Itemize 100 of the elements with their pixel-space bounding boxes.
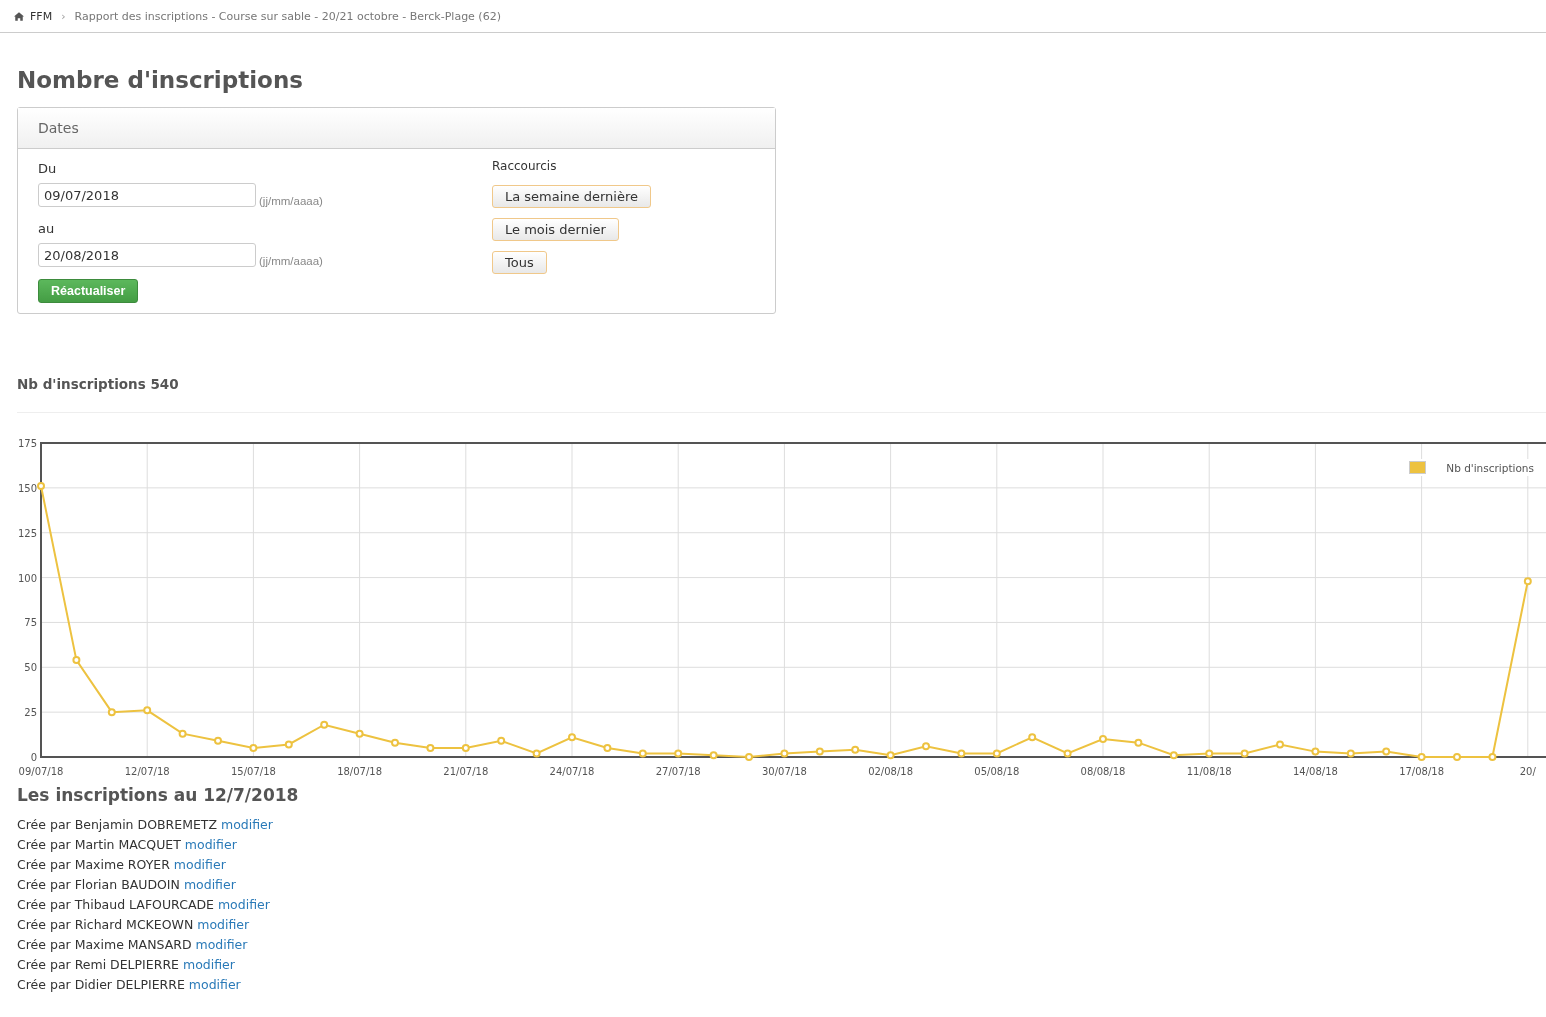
point	[1169, 751, 1178, 760]
point	[992, 749, 1001, 758]
modifier-link[interactable]: modifier	[183, 877, 236, 892]
point	[1453, 753, 1461, 761]
registrations-total: Nb d'inscriptions 540	[17, 376, 180, 392]
point	[249, 744, 258, 753]
point	[1028, 733, 1037, 742]
x-tick-label: 24/07/18	[549, 766, 595, 777]
registration-entry: Crée par Maxime ROYER modifier	[17, 856, 227, 874]
point	[1311, 747, 1320, 756]
point	[391, 738, 399, 747]
point	[1382, 747, 1391, 756]
x-tick-label: 18/07/18	[337, 766, 383, 777]
y-tick-label: 0	[30, 752, 37, 763]
modifier-link[interactable]: modifier	[184, 837, 237, 852]
point	[143, 706, 152, 715]
point	[886, 751, 895, 760]
y-tick-label: 100	[17, 572, 37, 584]
point	[957, 749, 966, 758]
modifier-link[interactable]: modifier	[188, 977, 241, 992]
modifier-link[interactable]: modifier	[217, 897, 270, 912]
modifier-link[interactable]: modifier	[182, 957, 235, 972]
point	[1488, 753, 1497, 761]
list-heading: Les inscriptions au 12/7/2018	[17, 785, 300, 805]
point	[1240, 749, 1249, 758]
point	[284, 740, 293, 749]
point	[815, 747, 824, 756]
point	[532, 749, 541, 758]
x-tick-label: 02/08/18	[868, 766, 914, 777]
point	[851, 745, 860, 754]
shortcut-button[interactable]: Le mois dernier	[492, 218, 619, 241]
y-tick-label: 50	[24, 662, 37, 674]
breadcrumb-current: Rapport des inscriptions - Course sur sable - 20/21 octobre - Berck-Plage (62)	[74, 9, 501, 23]
registration-entry: Crée par Thibaud LAFOURCADE modifier	[17, 896, 271, 914]
x-tick-label: 05/08/18	[974, 766, 1020, 777]
x-tick-label: 14/08/18	[1292, 766, 1338, 777]
modifier-link[interactable]: modifier	[197, 917, 250, 932]
point	[1063, 749, 1072, 758]
x-tick-label: 15/07/18	[230, 766, 276, 777]
point	[37, 482, 45, 491]
point	[1099, 735, 1107, 744]
x-tick-label: 09/07/18	[18, 766, 64, 777]
point	[461, 744, 470, 753]
breadcrumb-separator: ›	[61, 9, 66, 23]
registration-entry: Crée par Remi DELPIERRE modifier	[17, 956, 236, 974]
point	[1346, 749, 1355, 758]
registration-entry: Crée par Florian BAUDOIN modifier	[17, 876, 237, 894]
legend-label: Nb d'inscriptions	[1446, 461, 1534, 474]
point	[214, 736, 222, 745]
y-tick-label: 175	[17, 438, 37, 449]
point	[1417, 753, 1426, 761]
x-tick-label: 30/07/18	[761, 766, 807, 777]
point	[603, 744, 612, 753]
y-tick-label: 125	[17, 527, 37, 539]
x-tick-label: 27/07/18	[655, 766, 701, 777]
breadcrumb-home-link[interactable]: FFM	[30, 9, 53, 23]
home-icon	[14, 11, 24, 21]
registration-entry: Crée par Benjamin DOBREMETZ modifier	[17, 816, 274, 834]
page-title: Nombre d'inscriptions	[17, 67, 304, 93]
modifier-link[interactable]: modifier	[195, 937, 248, 952]
field-label: Du	[38, 161, 57, 176]
x-tick-label: 12/07/18	[124, 766, 170, 777]
field-label: au	[38, 221, 55, 236]
point	[674, 749, 683, 758]
point	[922, 742, 930, 751]
point	[72, 656, 81, 665]
point	[709, 751, 718, 760]
registration-entry: Crée par Didier DELPIERRE modifier	[17, 976, 242, 994]
x-tick-label: 08/08/18	[1080, 766, 1126, 777]
x-tick-label: 17/08/18	[1399, 766, 1445, 777]
modifier-link[interactable]: modifier	[173, 857, 226, 872]
point	[107, 708, 116, 717]
point	[1523, 577, 1532, 586]
point	[638, 749, 647, 758]
x-tick-label: 11/08/18	[1186, 766, 1232, 777]
point	[355, 729, 364, 738]
date-field[interactable]: 09/07/2018	[38, 183, 256, 207]
format-hint: (jj/mm/aaaa)	[259, 195, 323, 207]
y-tick-label: 75	[24, 617, 37, 629]
shortcut-button[interactable]: Tous	[492, 251, 547, 274]
registration-entry: Crée par Richard MCKEOWN modifier	[17, 916, 251, 934]
point	[568, 733, 576, 742]
x-tick-label: 20/	[1519, 766, 1536, 777]
point	[1134, 738, 1143, 747]
modifier-link[interactable]: modifier	[221, 817, 273, 832]
shortcut-button[interactable]: La semaine dernière	[492, 185, 651, 208]
date-field[interactable]: 20/08/2018	[38, 243, 256, 267]
refresh-button[interactable]: Réactualiser	[38, 279, 139, 303]
y-tick-label: 25	[24, 707, 37, 719]
point	[320, 720, 329, 729]
point	[426, 744, 435, 753]
x-tick-label: 21/07/18	[443, 766, 489, 777]
point	[178, 729, 187, 738]
point	[1205, 749, 1214, 758]
registration-entry: Crée par Martin MACQUET modifier	[17, 836, 238, 854]
point	[497, 736, 506, 745]
shortcuts-label: Raccourcis	[492, 159, 557, 173]
registration-entry: Crée par Maxime MANSARD modifier	[17, 936, 249, 954]
format-hint: (jj/mm/aaaa)	[259, 255, 323, 267]
point	[780, 749, 789, 758]
